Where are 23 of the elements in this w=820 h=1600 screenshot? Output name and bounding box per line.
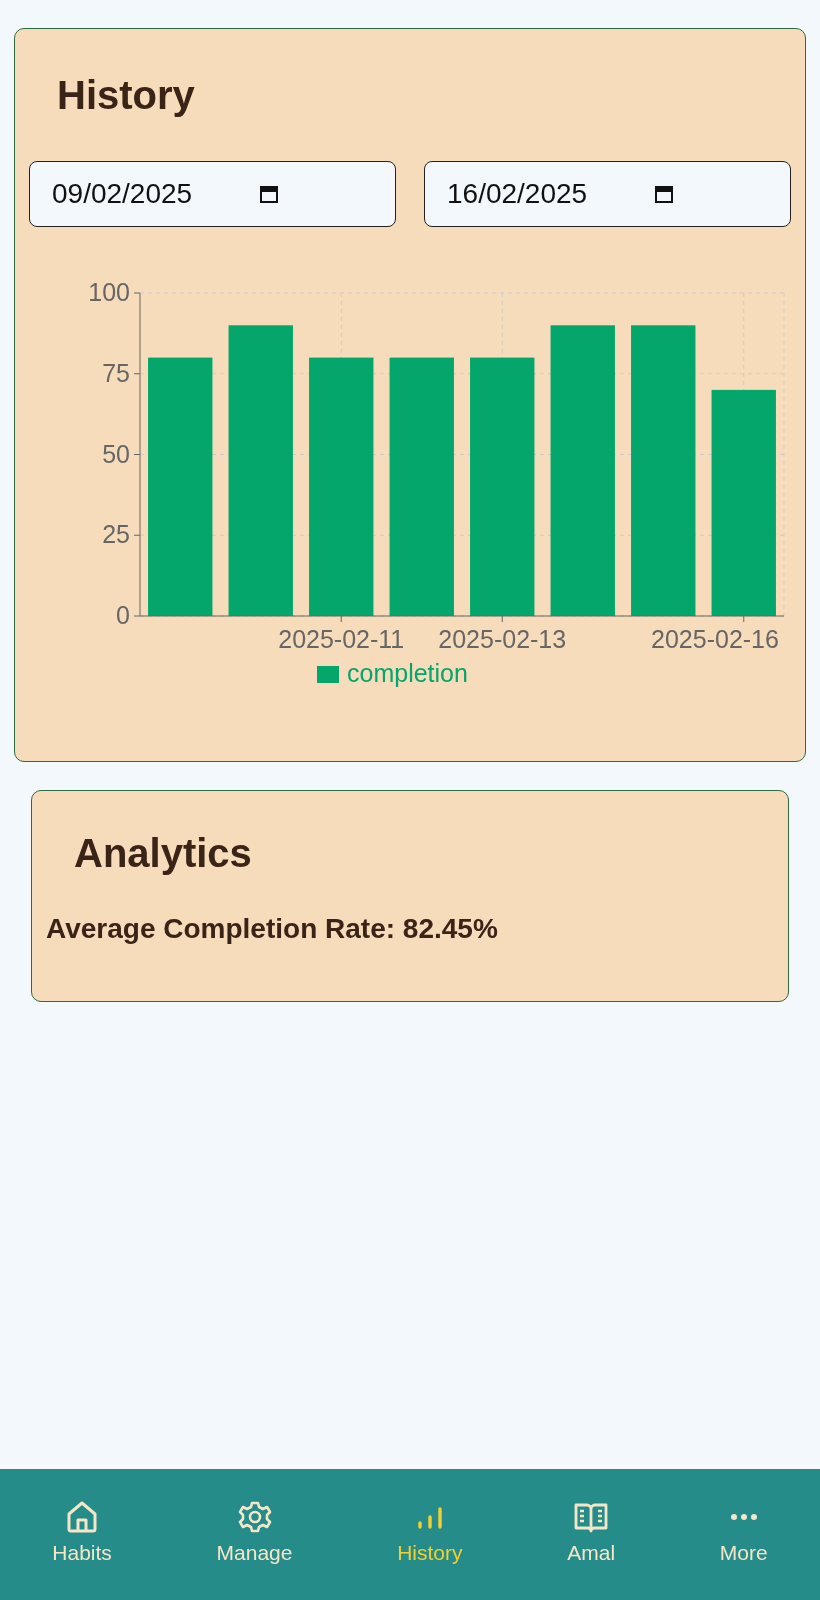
y-tick-label: 25 — [102, 520, 130, 549]
x-tick-label: 2025-02-13 — [438, 625, 567, 653]
start-date-field[interactable]: 09/02/2025 — [29, 161, 396, 227]
nav-tab[interactable]: History — [387, 1494, 473, 1569]
y-tick-label: 100 — [88, 278, 130, 306]
legend-swatch — [317, 666, 339, 683]
y-tick-label: 50 — [102, 439, 130, 468]
nav-tab[interactable]: More — [709, 1494, 778, 1569]
end-date-field[interactable]: 16/02/2025 — [424, 161, 791, 227]
more-icon — [729, 1512, 758, 1521]
x-tick-label: 2025-02-16 — [651, 625, 779, 653]
y-tick-label: 75 — [102, 358, 130, 387]
calendar-icon[interactable] — [259, 184, 279, 204]
average-completion-text: Average Completion Rate: 82.45% — [46, 913, 499, 945]
x-tick-label: 2025-02-11 — [278, 625, 405, 653]
nav-tab[interactable]: Manage — [206, 1494, 303, 1569]
calendar-icon[interactable] — [654, 184, 674, 204]
history-title: History — [57, 75, 196, 115]
y-tick-label: 0 — [116, 601, 130, 629]
analytics-title: Analytics — [74, 833, 253, 873]
legend-label: completion — [347, 659, 468, 687]
nav-tab[interactable]: Habits — [42, 1494, 122, 1569]
nav-tab[interactable]: Amal — [557, 1494, 626, 1569]
